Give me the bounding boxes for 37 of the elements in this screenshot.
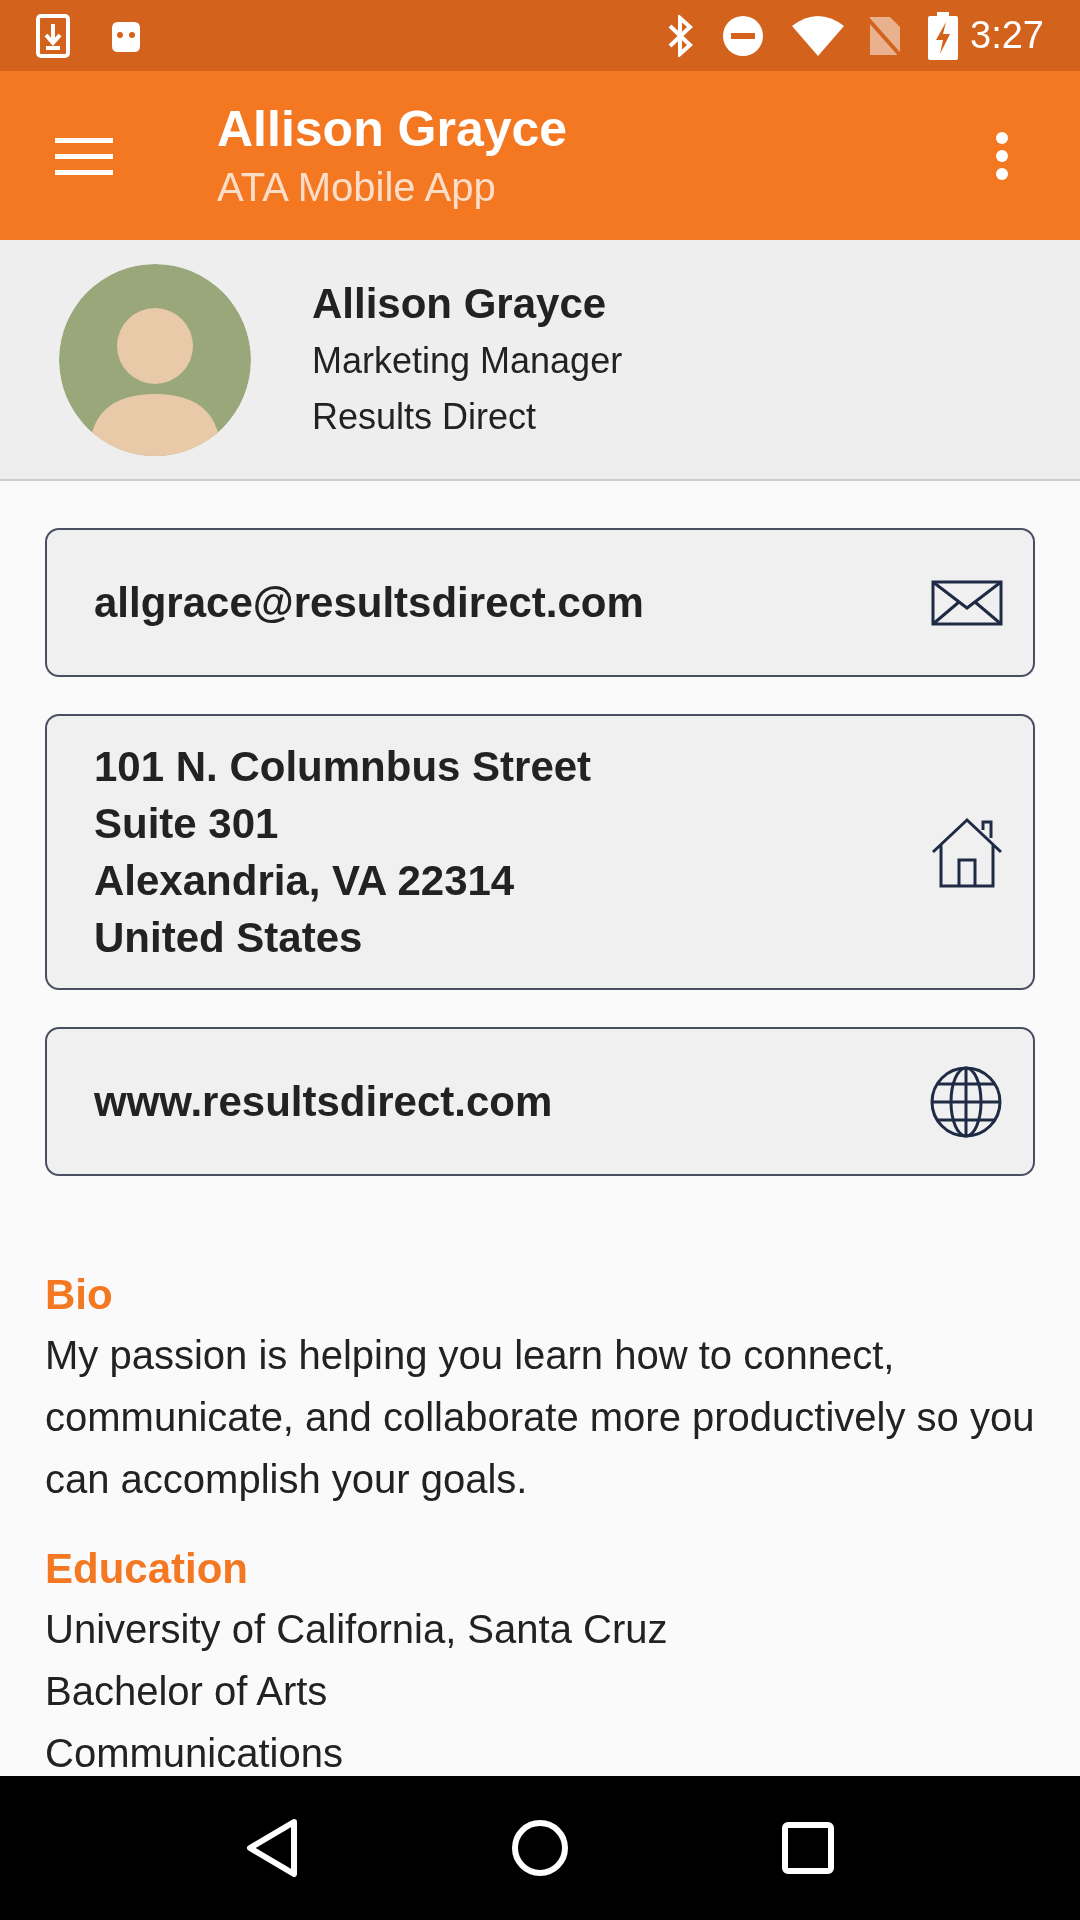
back-icon — [246, 1818, 299, 1878]
home-icon — [511, 1819, 569, 1877]
house-icon — [931, 816, 1003, 888]
section-text: University of California, Santa Cruz — [45, 1606, 669, 1653]
section-text: Communications — [45, 1730, 344, 1777]
back-button[interactable] — [246, 1818, 299, 1878]
app-bar-title: Allison Grayce — [217, 99, 569, 159]
section-text: My passion is helping you learn how to connect, communicate, and collaborate more productively so you can accomplish your goals. — [45, 1332, 1035, 1503]
bluetooth-icon — [666, 14, 695, 57]
download-icon — [36, 13, 70, 58]
do-not-disturb-icon — [722, 14, 765, 57]
section-heading: Education — [45, 1544, 249, 1594]
profile-name: Allison Grayce — [312, 278, 608, 329]
envelope-icon — [931, 579, 1003, 626]
wifi-icon — [792, 15, 845, 56]
recents-button[interactable] — [781, 1822, 834, 1874]
address-card[interactable]: 101 N. Columnbus Street Suite 301 Alexandria, VA 22314 United States — [45, 714, 1035, 990]
company-name: Results Direct — [312, 394, 538, 439]
contact-text: United States — [94, 913, 364, 963]
more-options-icon — [995, 130, 1009, 181]
home-button[interactable] — [511, 1819, 569, 1877]
battery-charging-icon — [928, 11, 959, 60]
globe-icon — [929, 1064, 1003, 1139]
contact-text: 101 N. Columnbus Street — [94, 742, 593, 792]
contact-text: Alexandria, VA 22314 — [94, 856, 516, 906]
status-time: 3:27 — [970, 13, 1044, 58]
section-heading: Bio — [45, 1270, 114, 1320]
email-card[interactable]: allgrace@resultsdirect.com — [45, 528, 1035, 677]
app-bar-subtitle: ATA Mobile App — [217, 163, 497, 211]
recents-icon — [781, 1822, 834, 1874]
website-card[interactable]: www.resultsdirect.com — [45, 1027, 1035, 1176]
job-title: Marketing Manager — [312, 338, 623, 383]
contact-text: Suite 301 — [94, 799, 280, 849]
contact-text: www.resultsdirect.com — [94, 1077, 554, 1127]
contact-text: allgrace@resultsdirect.com — [94, 578, 645, 628]
section-text: Bachelor of Arts — [45, 1668, 329, 1715]
menu-icon — [55, 135, 113, 176]
